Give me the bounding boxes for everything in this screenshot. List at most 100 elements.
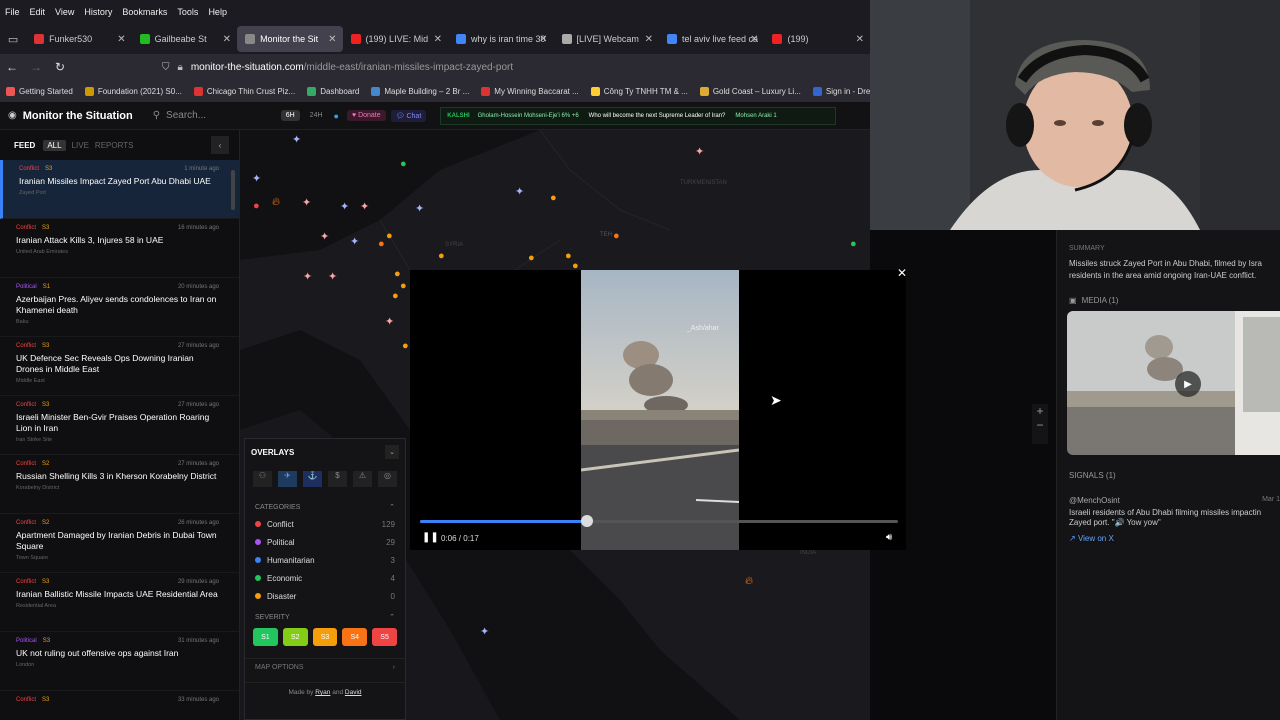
bookmark-item[interactable]: Foundation (2021) S0... xyxy=(79,86,188,96)
event-marker-icon[interactable]: 🔥︎ xyxy=(272,196,280,209)
video-progress-track[interactable] xyxy=(420,515,898,527)
event-marker-icon[interactable]: ● xyxy=(613,230,620,242)
browser-tab[interactable]: Funker530 ✕ xyxy=(26,26,131,52)
close-tab-icon[interactable]: ✕ xyxy=(539,34,547,45)
event-marker-icon[interactable]: ● xyxy=(400,158,407,170)
event-marker-icon[interactable]: ✦ xyxy=(515,185,524,198)
browser-tab[interactable]: why is iran time 30 ✕ xyxy=(448,26,553,52)
ships-icon[interactable]: ⚓ xyxy=(303,471,322,487)
search-input[interactable]: Search... xyxy=(166,110,206,121)
range-6h-button[interactable]: 6H xyxy=(280,110,300,121)
feed-item[interactable]: Conflict S2 27 minutes ago Russian Shelling… xyxy=(0,455,239,514)
feed-item[interactable]: Political S1 20 minutes ago Azerbaijan Pres… xyxy=(0,278,239,337)
bookmark-item[interactable]: Công Ty TNHH TM & ... xyxy=(585,86,694,96)
reload-icon[interactable]: ↻ xyxy=(48,60,72,74)
menu-tools[interactable]: Tools xyxy=(172,7,203,17)
feed-item[interactable]: Conflict S3 27 minutes ago Israeli Minister… xyxy=(0,396,239,455)
event-marker-icon[interactable]: ● xyxy=(565,250,572,262)
browser-tab[interactable]: tel aviv live feed ca ✕ xyxy=(659,26,764,52)
range-24h-button[interactable]: 24H xyxy=(305,110,328,121)
browser-tab[interactable]: (199) ✕ xyxy=(764,26,869,52)
tab-all[interactable]: ALL xyxy=(43,139,66,151)
event-marker-icon[interactable]: ● xyxy=(378,238,385,250)
bookmark-item[interactable]: Maple Building – 2 Br ... xyxy=(365,86,475,96)
search-box[interactable]: ⚲ Search... xyxy=(153,110,273,121)
menu-help[interactable]: Help xyxy=(203,7,232,17)
tab-reports[interactable]: REPORTS xyxy=(95,141,134,150)
close-tab-icon[interactable]: ✕ xyxy=(117,34,125,45)
bookmark-item[interactable]: Dashboard xyxy=(301,86,365,96)
bookmark-item[interactable]: Chicago Thin Crust Piz... xyxy=(188,86,301,96)
pause-icon[interactable]: ❚❚ xyxy=(422,532,439,543)
event-marker-icon[interactable]: ✦ xyxy=(695,145,704,158)
event-marker-icon[interactable]: ● xyxy=(394,268,401,280)
bookmark-item[interactable]: My Winning Baccarat ... xyxy=(475,86,584,96)
category-filter[interactable]: Disaster 0 xyxy=(245,587,405,605)
bookmark-item[interactable]: Getting Started xyxy=(0,86,79,96)
back-icon[interactable]: ← xyxy=(0,60,24,74)
menu-bookmarks[interactable]: Bookmarks xyxy=(117,7,172,17)
close-tab-icon[interactable]: ✕ xyxy=(645,34,653,45)
browser-tab[interactable]: [LIVE] Webcam ✕ xyxy=(554,26,659,52)
bookmark-item[interactable]: Sign in - Drea xyxy=(807,86,870,96)
url-field[interactable]: monitor-the-situation.com/middle-east/ir… xyxy=(191,62,513,73)
shield-icon[interactable]: ⛉ xyxy=(162,62,170,73)
telegram-icon[interactable]: ● xyxy=(334,111,339,121)
feed-item[interactable]: Conflict S3 1 minute ago Iranian Missiles I… xyxy=(0,160,239,219)
signal-user[interactable]: @MenchOsint xyxy=(1069,496,1120,505)
forward-icon[interactable]: → xyxy=(24,60,48,74)
chevron-icon[interactable]: ⌃ xyxy=(389,613,395,621)
event-marker-icon[interactable]: ● xyxy=(386,230,393,242)
close-tab-icon[interactable]: ✕ xyxy=(328,34,336,45)
event-marker-icon[interactable]: ✦ xyxy=(340,200,349,213)
event-marker-icon[interactable]: ● xyxy=(402,340,409,352)
flights-icon[interactable]: ✈ xyxy=(278,471,297,487)
severity-filter-s2[interactable]: S2 xyxy=(282,628,308,646)
browser-tab[interactable]: Gailbeabe St ✕ xyxy=(132,26,237,52)
feed-item[interactable]: Conflict S3 16 minutes ago Iranian Attack K… xyxy=(0,219,239,278)
alert-icon[interactable]: ⚠ xyxy=(353,471,372,487)
event-marker-icon[interactable]: ● xyxy=(850,238,857,250)
donate-button[interactable]: ♥ Donate xyxy=(346,110,386,121)
event-marker-icon[interactable]: ✦ xyxy=(292,133,301,146)
close-button[interactable]: ✕ xyxy=(897,266,913,282)
camera-icon[interactable]: ◎ xyxy=(378,471,397,487)
event-marker-icon[interactable]: 🔥︎ xyxy=(745,575,753,588)
feed-item[interactable]: Conflict S2 26 minutes ago Apartment Damage… xyxy=(0,514,239,573)
event-marker-icon[interactable]: ● xyxy=(438,250,445,262)
money-icon[interactable]: $ xyxy=(328,471,347,487)
feed-item[interactable]: Conflict S3 27 minutes ago UK Defence Sec R… xyxy=(0,337,239,396)
collapse-icon[interactable]: ‹ xyxy=(211,136,229,154)
media-thumbnail[interactable]: ▶ xyxy=(1067,311,1280,455)
severity-filter-s4[interactable]: S4 xyxy=(342,628,368,646)
event-marker-icon[interactable]: ✦ xyxy=(328,270,337,283)
severity-filter-s1[interactable]: S1 xyxy=(253,628,278,646)
feed-item[interactable]: Conflict S3 29 minutes ago Iranian Ballisti… xyxy=(0,573,239,632)
play-icon[interactable]: ▶ xyxy=(1175,371,1201,397)
video-player[interactable]: _Ash/ahar ✕ ❚❚ 0:06 / 0:17 🔊︎ ➤ xyxy=(410,266,907,550)
feed-item[interactable]: Political S3 31 minutes ago UK not ruling o… xyxy=(0,632,239,691)
map-options-label[interactable]: MAP OPTIONS xyxy=(255,664,304,671)
volume-icon[interactable]: 🔊︎ xyxy=(886,532,892,543)
category-filter[interactable]: Conflict 129 xyxy=(245,515,405,533)
event-marker-icon[interactable]: ● xyxy=(400,280,407,292)
category-filter[interactable]: Political 29 xyxy=(245,533,405,551)
chevron-icon[interactable]: ⌃ xyxy=(389,503,395,511)
event-marker-icon[interactable]: ● xyxy=(528,252,535,264)
chat-button[interactable]: 💬︎ Chat xyxy=(390,109,427,122)
event-marker-icon[interactable]: ● xyxy=(550,192,557,204)
close-tab-icon[interactable]: ✕ xyxy=(434,34,442,45)
category-filter[interactable]: Humanitarian 3 xyxy=(245,551,405,569)
menu-view[interactable]: View xyxy=(50,7,79,17)
event-marker-icon[interactable]: ● xyxy=(253,200,260,212)
severity-filter-s3[interactable]: S3 xyxy=(312,628,338,646)
chevron-right-icon[interactable]: › xyxy=(393,664,395,671)
event-marker-icon[interactable]: ✦ xyxy=(252,172,261,185)
severity-filter-s5[interactable]: S5 xyxy=(372,628,397,646)
menu-history[interactable]: History xyxy=(79,7,117,17)
zoom-out-icon[interactable]: − xyxy=(1032,418,1048,432)
scrollbar[interactable] xyxy=(231,170,235,210)
event-marker-icon[interactable]: ✦ xyxy=(320,230,329,243)
event-marker-icon[interactable]: ✦ xyxy=(303,270,312,283)
event-marker-icon[interactable]: ✦ xyxy=(302,196,311,209)
